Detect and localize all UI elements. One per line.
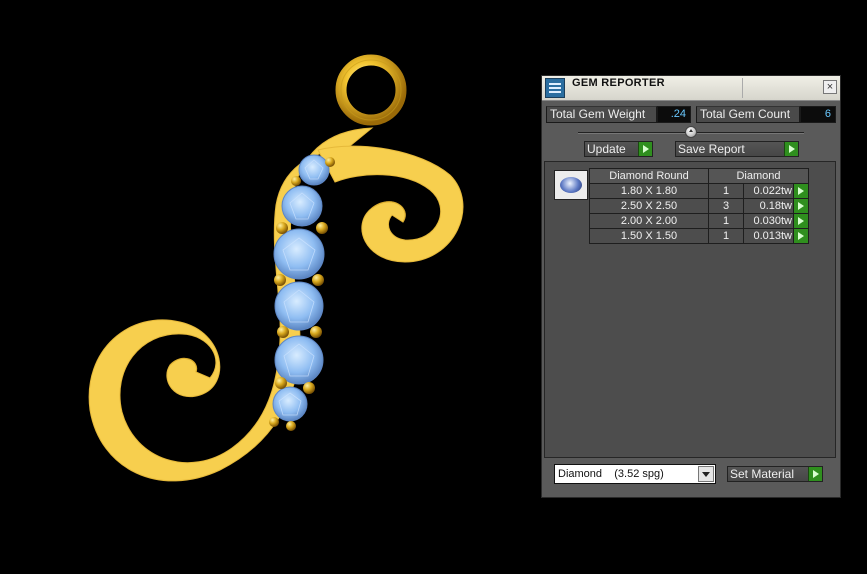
table-row[interactable]: 1.50 X 1.50 1 0.013tw xyxy=(589,228,809,244)
gem-size: 1.80 X 1.80 xyxy=(589,183,709,199)
shape-header: Diamond Round xyxy=(589,168,709,184)
table-row[interactable]: 2.50 X 2.50 3 0.18tw xyxy=(589,198,809,214)
gem-count: 1 xyxy=(708,228,744,244)
gem-size: 2.00 X 2.00 xyxy=(589,213,709,229)
save-report-button-label: Save Report xyxy=(678,142,745,156)
gem-weight: 0.013tw xyxy=(743,228,794,244)
total-gem-weight-value: .24 xyxy=(657,106,691,123)
save-report-button[interactable]: Save Report xyxy=(675,141,799,157)
material-select-value: Diamond (3.52 spg) xyxy=(558,468,664,480)
gem-results-area: Diamond Round Diamond 1.80 X 1.80 1 0.02… xyxy=(544,161,836,458)
dropdown-arrow-icon[interactable] xyxy=(698,466,714,482)
gem-weight: 0.18tw xyxy=(743,198,794,214)
gem-count: 3 xyxy=(708,198,744,214)
gem-count: 1 xyxy=(708,213,744,229)
material-header: Diamond xyxy=(708,168,809,184)
gem-table-header-row: Diamond Round Diamond xyxy=(589,168,809,184)
diamond-gem-icon[interactable] xyxy=(554,170,588,200)
gem-weight: 0.022tw xyxy=(743,183,794,199)
total-gem-count-label: Total Gem Count xyxy=(696,106,800,123)
play-arrow-icon xyxy=(784,142,798,156)
gem-weight: 0.030tw xyxy=(743,213,794,229)
table-row[interactable]: 1.80 X 1.80 1 0.022tw xyxy=(589,183,809,199)
play-arrow-icon[interactable] xyxy=(793,213,809,229)
set-material-button[interactable]: Set Material xyxy=(727,466,823,482)
gem-size: 1.50 X 1.50 xyxy=(589,228,709,244)
update-button[interactable]: Update xyxy=(584,141,653,157)
play-arrow-icon[interactable] xyxy=(793,198,809,214)
table-row[interactable]: 2.00 X 2.00 1 0.030tw xyxy=(589,213,809,229)
panel-titlebar[interactable]: GEM REPORTER × xyxy=(542,76,840,101)
gem-reporter-app-icon xyxy=(545,78,565,98)
gem-reporter-panel: GEM REPORTER × Total Gem Weight .24 Tota… xyxy=(541,75,841,498)
pendant-model xyxy=(88,54,464,482)
3d-viewport[interactable] xyxy=(0,0,540,569)
titlebar-divider xyxy=(742,78,743,98)
panel-slider-thumb[interactable] xyxy=(685,126,697,138)
gem-count: 1 xyxy=(708,183,744,199)
set-material-button-label: Set Material xyxy=(730,467,795,481)
update-button-label: Update xyxy=(587,142,626,156)
total-gem-count-value: 6 xyxy=(800,106,836,123)
play-arrow-icon[interactable] xyxy=(793,228,809,244)
play-arrow-icon xyxy=(638,142,652,156)
gem-table: Diamond Round Diamond 1.80 X 1.80 1 0.02… xyxy=(589,168,809,244)
bail-ring xyxy=(335,54,407,126)
play-arrow-icon xyxy=(808,467,822,481)
play-arrow-icon[interactable] xyxy=(793,183,809,199)
gem-size: 2.50 X 2.50 xyxy=(589,198,709,214)
close-icon[interactable]: × xyxy=(823,80,837,94)
total-gem-weight-label: Total Gem Weight xyxy=(546,106,657,123)
material-select[interactable]: Diamond (3.52 spg) xyxy=(554,464,716,484)
panel-title: GEM REPORTER xyxy=(572,77,665,89)
